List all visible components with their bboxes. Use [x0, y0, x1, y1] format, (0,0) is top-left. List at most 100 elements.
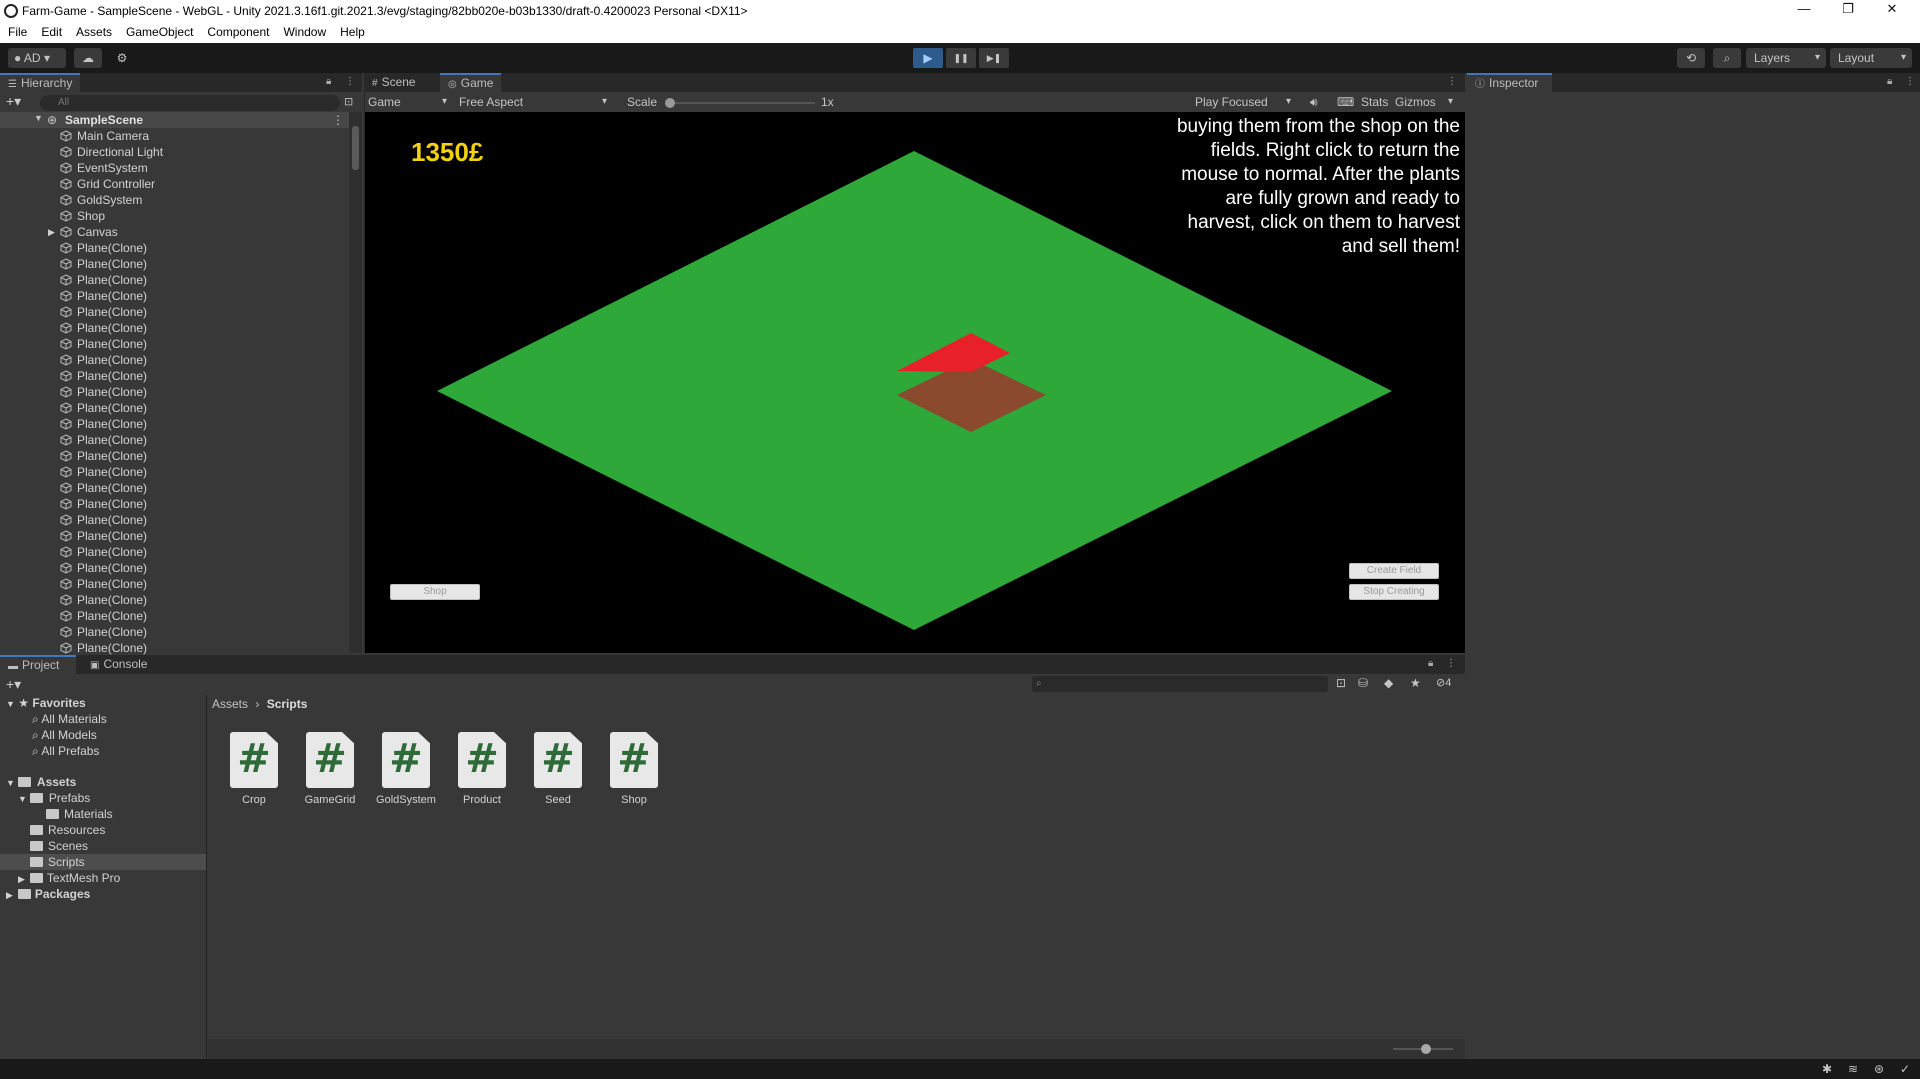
lock-icon[interactable]: 🔒︎ [326, 76, 331, 87]
menu-gameobject[interactable]: GameObject [118, 22, 199, 39]
hierarchy-item[interactable]: Plane(Clone) [0, 304, 355, 320]
script-asset-seed[interactable]: # Seed [526, 732, 590, 806]
hierarchy-item[interactable]: Plane(Clone) [0, 624, 355, 640]
hierarchy-item[interactable]: Plane(Clone) [0, 256, 355, 272]
hierarchy-item[interactable]: Plane(Clone) [0, 384, 355, 400]
hierarchy-item[interactable]: EventSystem [0, 160, 355, 176]
menu-component[interactable]: Component [199, 22, 275, 39]
mute-audio-icon[interactable]: 🔊︎ [1310, 95, 1318, 110]
hierarchy-item[interactable]: Grid Controller [0, 176, 355, 192]
project-search-input[interactable]: ⌕ [1032, 676, 1328, 692]
favorite-item[interactable]: ⌕ All Models [32, 727, 97, 743]
account-dropdown[interactable]: ● AD ▾ [8, 48, 66, 68]
display-dropdown[interactable]: Game [365, 92, 453, 112]
more-icon[interactable]: ⋮ [1447, 76, 1457, 87]
tab-game[interactable]: ◎ Game [440, 73, 502, 92]
scrollbar-thumb[interactable] [352, 126, 359, 170]
scale-slider-thumb[interactable] [665, 98, 675, 108]
play-button[interactable]: ▶ [913, 48, 943, 68]
tab-project[interactable]: ▬ Project [0, 655, 76, 674]
hierarchy-item[interactable]: Plane(Clone) [0, 400, 355, 416]
add-asset-button[interactable]: +▾ [6, 676, 21, 693]
hierarchy-item[interactable]: Shop [0, 208, 355, 224]
tab-console[interactable]: ▣ Console [82, 655, 155, 674]
gizmos-dropdown[interactable]: Gizmos [1395, 92, 1459, 112]
tree-item-materials[interactable]: Materials [46, 806, 196, 822]
favorite-item[interactable]: ⌕ All Prefabs [32, 743, 99, 759]
tree-item-resources[interactable]: Resources [30, 822, 200, 838]
hierarchy-item[interactable]: ▶ Canvas [0, 224, 355, 240]
hierarchy-item[interactable]: Plane(Clone) [0, 432, 355, 448]
game-viewport[interactable]: 1350£ buying them from the shop on the f… [365, 112, 1465, 653]
script-asset-goldsystem[interactable]: # GoldSystem [374, 732, 438, 806]
check-icon[interactable]: ✓ [1900, 1062, 1910, 1076]
hierarchy-item[interactable]: Plane(Clone) [0, 576, 355, 592]
play-mode-dropdown[interactable]: Play Focused [1195, 92, 1297, 112]
search-by-label-icon[interactable]: ⛁ [1358, 676, 1368, 690]
scale-slider-track[interactable] [665, 102, 815, 104]
hierarchy-item[interactable]: Plane(Clone) [0, 496, 355, 512]
tree-item-scripts[interactable]: Scripts [30, 854, 200, 870]
hierarchy-item[interactable]: Plane(Clone) [0, 560, 355, 576]
tag-icon[interactable]: ◆ [1384, 676, 1393, 690]
cloud-icon[interactable]: ☁ [74, 48, 102, 68]
pause-button[interactable]: ❚❚ [946, 48, 976, 68]
create-field-button[interactable]: Create Field [1349, 563, 1439, 579]
hierarchy-item[interactable]: Plane(Clone) [0, 320, 355, 336]
stats-toggle[interactable]: Stats [1361, 95, 1388, 109]
hierarchy-item[interactable]: Directional Light [0, 144, 355, 160]
more-icon[interactable]: ⋮ [1446, 658, 1456, 669]
keyboard-icon[interactable]: ⌨ [1337, 95, 1354, 109]
hierarchy-item[interactable]: Plane(Clone) [0, 416, 355, 432]
menu-help[interactable]: Help [332, 22, 371, 39]
more-icon[interactable]: ⋮ [345, 76, 355, 87]
search-icon[interactable]: ⌕ [1713, 48, 1741, 68]
lock-icon[interactable]: 🔒︎ [1887, 76, 1892, 87]
search-filter-icon[interactable]: ⊡ [344, 95, 353, 108]
lock-icon[interactable]: 🔒︎ [1428, 658, 1433, 669]
hierarchy-item[interactable]: Plane(Clone) [0, 592, 355, 608]
hierarchy-item[interactable]: Plane(Clone) [0, 608, 355, 624]
tree-item-scenes[interactable]: Scenes [30, 838, 200, 854]
menu-assets[interactable]: Assets [68, 22, 118, 39]
script-asset-product[interactable]: # Product [450, 732, 514, 806]
hierarchy-item[interactable]: Plane(Clone) [0, 240, 355, 256]
hierarchy-item[interactable]: Plane(Clone) [0, 544, 355, 560]
collab-icon[interactable]: ⚙ [110, 48, 134, 68]
more-icon[interactable]: ⋮ [1905, 76, 1915, 87]
layout-dropdown[interactable]: Layout [1830, 48, 1912, 68]
close-button[interactable]: ✕ [1870, 1, 1914, 21]
history-icon[interactable]: ⟲ [1677, 48, 1705, 68]
hierarchy-item[interactable]: Plane(Clone) [0, 272, 355, 288]
breadcrumb-assets[interactable]: Assets [212, 697, 248, 711]
shop-button[interactable]: Shop [390, 584, 480, 600]
hierarchy-item[interactable]: GoldSystem [0, 192, 355, 208]
more-icon[interactable]: ⋮ [332, 113, 344, 127]
hidden-packages-toggle[interactable]: ⊘4 [1436, 676, 1451, 689]
layers-dropdown[interactable]: Layers [1746, 48, 1826, 68]
favorite-item[interactable]: ⌕ All Materials [32, 711, 107, 727]
hierarchy-item[interactable]: Main Camera [0, 128, 355, 144]
layers-stack-icon[interactable]: ≋ [1848, 1062, 1858, 1076]
minimize-button[interactable]: — [1782, 1, 1826, 21]
script-asset-crop[interactable]: # Crop [222, 732, 286, 806]
menu-file[interactable]: File [0, 22, 33, 39]
tree-item-textmesh-pro[interactable]: ▶ TextMesh Pro [18, 870, 198, 886]
hierarchy-item[interactable]: Plane(Clone) [0, 480, 355, 496]
favorites-header[interactable]: ▼ ★ Favorites [6, 695, 86, 711]
maximize-button[interactable]: ❐ [1826, 1, 1870, 21]
menu-edit[interactable]: Edit [33, 22, 68, 39]
scene-row[interactable]: ▼ ⊕ SampleScene ⋮ [0, 112, 355, 128]
hierarchy-item[interactable]: Plane(Clone) [0, 448, 355, 464]
network-icon[interactable]: ⊛ [1874, 1062, 1884, 1076]
aspect-dropdown[interactable]: Free Aspect [459, 92, 613, 112]
add-button[interactable]: +▾ [6, 93, 21, 110]
hierarchy-item[interactable]: Plane(Clone) [0, 464, 355, 480]
hierarchy-item[interactable]: Plane(Clone) [0, 368, 355, 384]
tree-item-prefabs[interactable]: ▼ Prefabs [18, 790, 198, 806]
tab-scene[interactable]: # Scene [364, 73, 424, 92]
hierarchy-search-input[interactable]: All [40, 95, 340, 111]
hierarchy-item[interactable]: Plane(Clone) [0, 528, 355, 544]
script-asset-shop[interactable]: # Shop [602, 732, 666, 806]
menu-window[interactable]: Window [275, 22, 332, 39]
